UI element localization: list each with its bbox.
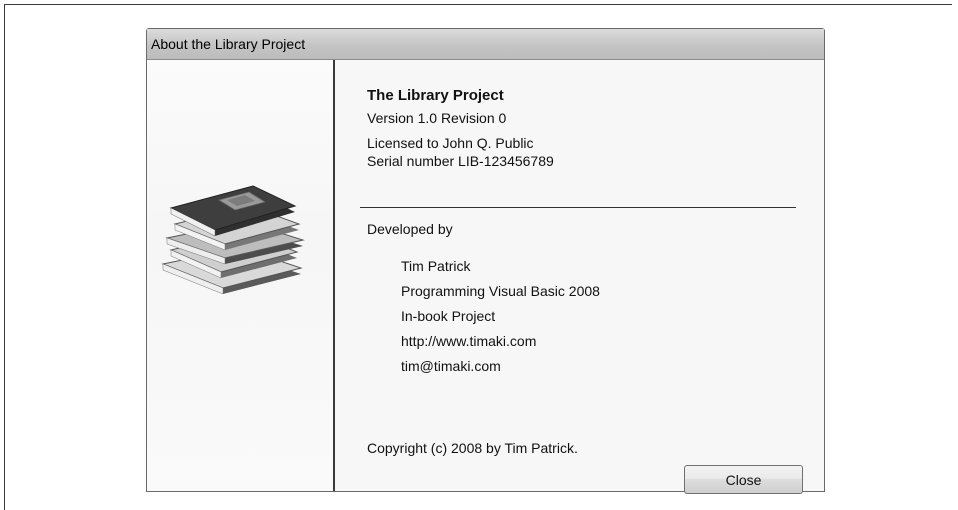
product-name: The Library Project (367, 87, 504, 104)
about-dialog: About the Library Project The Library Pr… (146, 28, 825, 494)
divider (360, 207, 796, 208)
email-link[interactable]: tim@timaki.com (401, 358, 501, 374)
website-link[interactable]: http://www.timaki.com (401, 333, 536, 349)
project-type: In-book Project (401, 308, 496, 324)
stack-of-books-icon (161, 185, 305, 295)
title-bar[interactable]: About the Library Project (147, 29, 824, 60)
dialog-client-area: The Library Project Version 1.0 Revision… (147, 60, 824, 494)
book-title: Programming Visual Basic 2008 (401, 283, 600, 299)
logo-panel (147, 60, 335, 491)
serial-number-text: Serial number LIB-123456789 (367, 153, 554, 169)
window-title: About the Library Project (151, 36, 306, 52)
info-panel: The Library Project Version 1.0 Revision… (337, 60, 824, 494)
copyright-text: Copyright (c) 2008 by Tim Patrick. (367, 440, 578, 456)
version-text: Version 1.0 Revision 0 (367, 110, 507, 126)
developer-name: Tim Patrick (401, 258, 471, 274)
developed-by-label: Developed by (367, 221, 453, 237)
license-text: Licensed to John Q. Public (367, 135, 534, 151)
close-button[interactable]: Close (684, 465, 803, 494)
